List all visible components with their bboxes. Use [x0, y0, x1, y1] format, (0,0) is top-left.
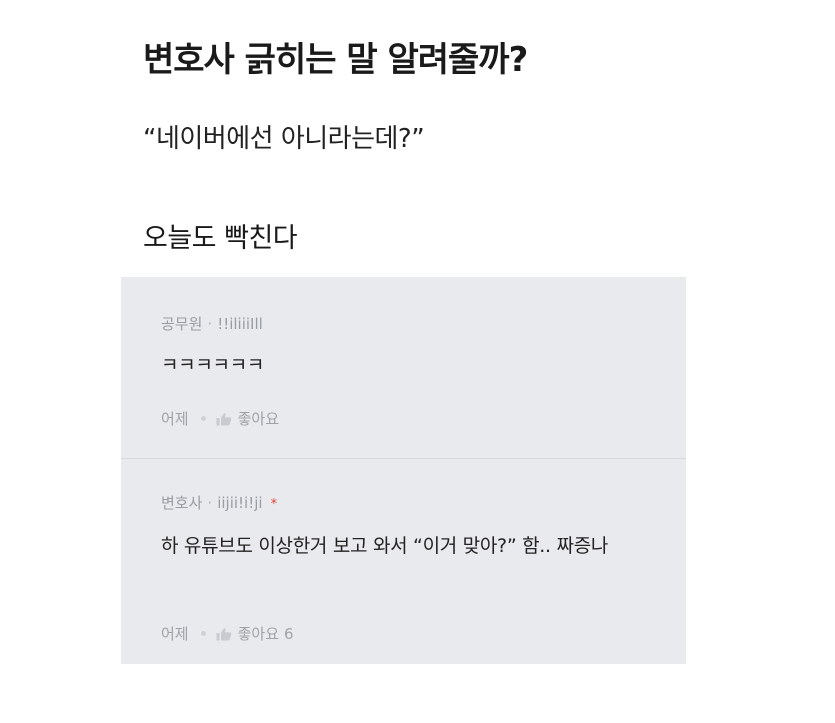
like-label: 좋아요	[237, 625, 280, 643]
comment-footer: 어제 좋아요	[161, 408, 279, 429]
author-nickname[interactable]: iijii!i!ji	[217, 494, 262, 512]
comment-text: ㅋㅋㅋㅋㅋㅋ	[161, 354, 265, 376]
comment-text: 하 유튜브도 이상한거 보고 와서 “이거 맞아?” 함.. 짜증나	[161, 535, 609, 557]
comment-date: 어제	[161, 410, 189, 428]
thumbs-up-icon	[216, 412, 231, 425]
comment-meta: 변호사 · iijii!i!ji *	[161, 492, 277, 513]
meta-separator: ·	[207, 315, 213, 333]
like-label: 좋아요	[237, 410, 280, 428]
comment-footer: 어제 좋아요 6	[161, 623, 294, 644]
comment-meta: 공무원 · !!iliiiIll	[161, 313, 263, 334]
comment-item: 공무원 · !!iliiiIll ㅋㅋㅋㅋㅋㅋ 어제 좋아요	[121, 277, 686, 458]
author-role: 공무원	[161, 315, 203, 333]
new-badge: *	[270, 497, 278, 512]
like-button[interactable]: 좋아요	[216, 408, 279, 429]
comment-list: 공무원 · !!iliiiIll ㅋㅋㅋㅋㅋㅋ 어제 좋아요 변호사 · iijii!i…	[121, 277, 686, 664]
like-button[interactable]: 좋아요 6	[216, 623, 294, 644]
punchline-text: 오늘도 빡친다	[143, 223, 298, 254]
page: 변호사 긁히는 말 알려줄까? “네이버에선 아니라는데?” 오늘도 빡친다 공…	[0, 0, 835, 723]
author-nickname[interactable]: !!iliiiIll	[217, 315, 263, 333]
like-count: 6	[284, 624, 294, 643]
author-role: 변호사	[161, 494, 203, 512]
headline: 변호사 긁히는 말 알려줄까?	[143, 40, 528, 80]
footer-dot	[200, 631, 206, 636]
meta-separator: ·	[207, 494, 213, 512]
thumbs-up-icon	[216, 627, 231, 640]
quote-text: “네이버에선 아니라는데?”	[143, 124, 425, 154]
footer-dot	[200, 416, 206, 421]
comment-item: 변호사 · iijii!i!ji * 하 유튜브도 이상한거 보고 와서 “이거 맞아…	[121, 459, 686, 664]
comment-date: 어제	[161, 625, 189, 643]
